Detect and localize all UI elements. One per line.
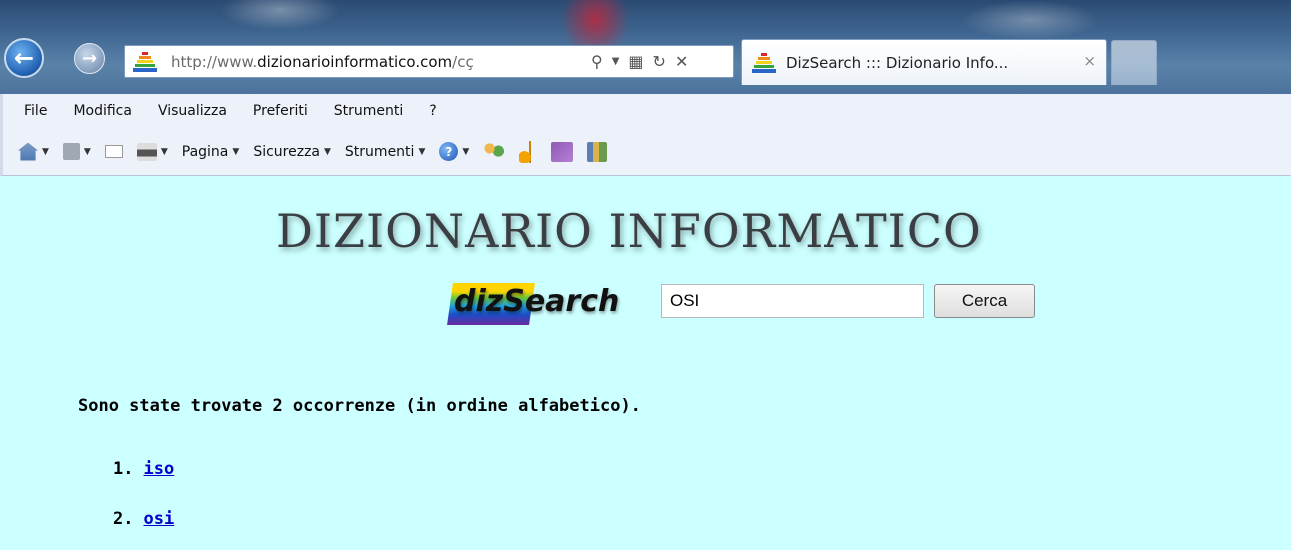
back-button[interactable]: ←: [4, 38, 44, 78]
tab-title: DizSearch ::: Dizionario Info...: [786, 53, 1009, 72]
chart-button[interactable]: [551, 141, 574, 162]
tools-menu[interactable]: Strumenti ▼: [345, 144, 425, 160]
research-button[interactable]: [587, 141, 608, 162]
security-menu-label: Sicurezza: [253, 143, 320, 160]
printer-icon: [136, 142, 157, 161]
home-icon: [18, 142, 38, 161]
menu-modifica[interactable]: Modifica: [73, 103, 132, 119]
menu-help[interactable]: ?: [429, 103, 436, 119]
help-button[interactable]: ? ▼: [439, 142, 469, 161]
dizsearch-logo-text: dizSearch: [454, 284, 620, 319]
site-favicon-icon: [133, 51, 157, 72]
search-input[interactable]: [661, 284, 924, 318]
music-note-icon: [519, 140, 538, 163]
result-number: 1.: [113, 459, 134, 479]
rss-feed-icon: [62, 143, 80, 160]
result-number: 2.: [113, 509, 134, 529]
address-bar[interactable]: http://www.dizionarioinformatico.com/cç …: [124, 45, 734, 78]
page-menu-label: Pagina: [181, 143, 229, 160]
help-icon: ?: [439, 142, 459, 161]
search-button[interactable]: Cerca: [934, 284, 1035, 318]
chevron-down-icon: ▼: [232, 146, 240, 157]
search-icon[interactable]: ⚲: [591, 52, 603, 71]
menu-preferiti[interactable]: Preferiti: [253, 103, 308, 119]
page-content: DIZIONARIO INFORMATICO dizSearch Cerca S…: [0, 176, 1291, 550]
window-background-glow: [960, 0, 1100, 40]
mail-icon: [104, 145, 123, 158]
results-summary: Sono state trovate 2 occorrenze (in ordi…: [78, 396, 641, 416]
browser-title-area: ← → http://www.dizionarioinformatico.com…: [0, 0, 1291, 94]
new-tab-button[interactable]: [1111, 40, 1157, 85]
address-url[interactable]: http://www.dizionarioinformatico.com/cç: [171, 53, 581, 71]
result-link[interactable]: osi: [143, 509, 174, 529]
results-list: 1. iso 2. osi: [113, 459, 174, 550]
chevron-down-icon[interactable]: ▼: [161, 147, 168, 157]
chevron-down-icon[interactable]: ▼: [84, 147, 91, 157]
list-item: 2. osi: [113, 509, 174, 550]
close-icon[interactable]: ✕: [675, 52, 688, 71]
music-button[interactable]: [519, 140, 538, 163]
arrow-left-icon: ←: [13, 44, 35, 72]
tools-menu-label: Strumenti: [344, 143, 415, 160]
messenger-button[interactable]: [483, 142, 506, 161]
result-link[interactable]: iso: [143, 459, 174, 479]
chevron-down-icon[interactable]: ▼: [42, 147, 49, 157]
chevron-down-icon[interactable]: ▼: [612, 56, 620, 67]
people-icon: [483, 142, 506, 161]
menu-strumenti[interactable]: Strumenti: [334, 103, 404, 119]
arrow-right-icon: →: [81, 48, 98, 69]
chart-icon: [551, 141, 574, 162]
site-logo-title: DIZIONARIO INFORMATICO: [276, 204, 982, 258]
page-menu[interactable]: Pagina ▼: [182, 144, 240, 160]
chevron-down-icon: ▼: [324, 146, 331, 157]
print-button[interactable]: ▼: [136, 142, 168, 161]
home-button[interactable]: ▼: [18, 142, 49, 161]
site-favicon-icon: [752, 52, 776, 73]
refresh-icon[interactable]: ↻: [653, 52, 666, 71]
dizsearch-logo: dizSearch: [447, 280, 648, 326]
list-item: 1. iso: [113, 459, 174, 509]
menu-visualizza[interactable]: Visualizza: [158, 103, 227, 119]
mail-button[interactable]: [104, 145, 123, 158]
compatibility-view-icon[interactable]: ▦: [628, 52, 643, 71]
forward-button[interactable]: →: [74, 43, 105, 74]
feeds-button[interactable]: ▼: [62, 143, 91, 160]
menu-file[interactable]: File: [24, 103, 47, 119]
tab-close-icon[interactable]: ×: [1083, 52, 1096, 70]
research-book-icon: [587, 141, 608, 162]
chevron-down-icon[interactable]: ▼: [462, 147, 469, 157]
chevron-down-icon: ▼: [418, 146, 426, 157]
menu-bar: File Modifica Visualizza Preferiti Strum…: [0, 94, 1291, 128]
tab-active[interactable]: DizSearch ::: Dizionario Info... ×: [741, 39, 1107, 85]
command-bar: ▼ ▼ ▼ Pagina ▼ Sicurezza ▼ Strumenti ▼ ?…: [0, 128, 1291, 176]
window-background-glow: [220, 0, 340, 30]
security-menu[interactable]: Sicurezza ▼: [253, 144, 331, 160]
